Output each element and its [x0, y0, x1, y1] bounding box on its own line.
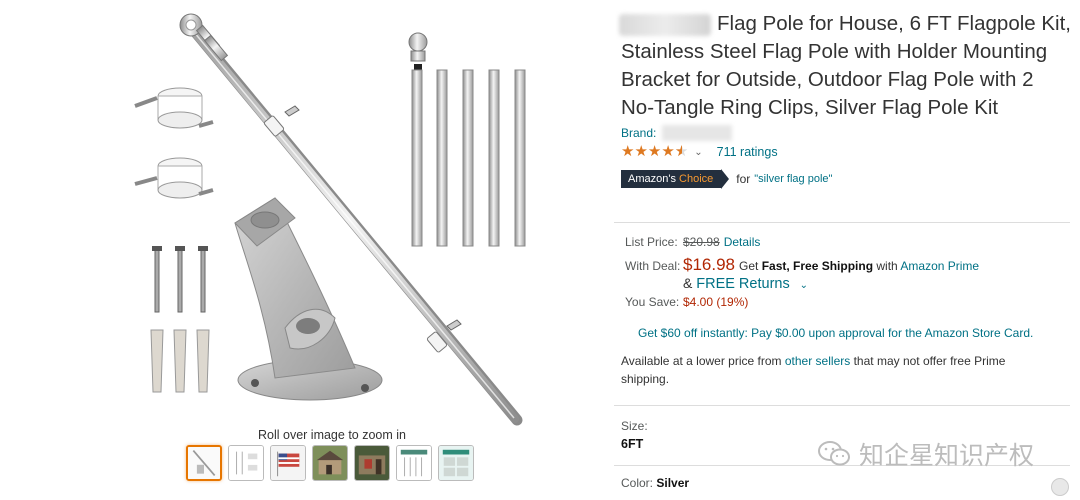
ratings-count-link[interactable]: 711 ratings	[717, 145, 778, 159]
price-block: List Price: $20.98 Details With Deal: $1…	[625, 235, 1065, 315]
size-label: Size:	[621, 419, 648, 433]
size-value[interactable]: 6FT	[621, 437, 643, 451]
star-icon[interactable]: ★	[634, 144, 647, 160]
shipping-text: Get Fast, Free Shipping with Amazon Prim…	[739, 259, 979, 273]
thumbnail-flagpole[interactable]	[186, 445, 222, 481]
watermark-text: 知企星知识产权	[859, 442, 1035, 470]
other-sellers-link[interactable]: other sellers	[785, 354, 850, 368]
ampersand: &	[683, 275, 693, 291]
install-steps-icon	[439, 446, 473, 480]
thumbnail-porch[interactable]	[354, 445, 390, 481]
lower-price-notice: Available at a lower price from other se…	[621, 352, 1051, 388]
list-price-label: List Price:	[625, 235, 678, 249]
badge-notch	[721, 169, 730, 189]
deal-price-row: With Deal: $16.98 Get Fast, Free Shippin…	[625, 255, 1065, 275]
ring-holder-icon	[134, 87, 214, 199]
product-main-image[interactable]	[125, 8, 537, 426]
house-photo-icon	[313, 446, 347, 480]
choice-for-text: for	[736, 172, 751, 186]
thumbnail-parts[interactable]	[228, 445, 264, 481]
product-details: Flag Pole for House, 6 FT Flagpole Kit, …	[619, 10, 1071, 189]
amazon-prime-link[interactable]: Amazon Prime	[900, 259, 979, 273]
badge-prefix: Amazon's	[628, 173, 676, 185]
savings-amount: $4.00 (19%)	[683, 295, 749, 309]
redacted-brand-name[interactable]	[662, 125, 733, 141]
thumbnail-install[interactable]	[438, 445, 474, 481]
star-icon[interactable]: ★	[621, 144, 634, 160]
savings-row: You Save: $4.00 (19%)	[625, 295, 1065, 315]
thumbnail-strip	[186, 445, 474, 481]
size-chart-icon	[397, 446, 431, 480]
get-text: Get	[739, 259, 759, 273]
lower-price-pre: Available at a lower price from	[621, 354, 782, 368]
brand-row[interactable]: Brand:	[621, 125, 1071, 141]
amazons-choice-row: Amazon's Choice for "silver flag pole"	[621, 169, 1071, 189]
color-swatch[interactable]	[1051, 478, 1069, 496]
screws-icon	[152, 246, 208, 313]
color-value[interactable]: Silver	[656, 476, 689, 490]
color-label: Color:	[621, 476, 654, 490]
star-icon[interactable]: ★	[648, 144, 661, 160]
chevron-down-icon[interactable]: ⌄	[694, 147, 702, 158]
amazons-choice-badge[interactable]: Amazon's Choice	[621, 170, 722, 188]
deal-price: $16.98	[683, 255, 735, 274]
wall-anchors-icon	[150, 329, 210, 393]
chevron-down-icon[interactable]: ⌄	[800, 280, 808, 291]
flag-icon	[271, 446, 305, 480]
porch-photo-icon	[355, 446, 389, 480]
list-price-row: List Price: $20.98 Details	[625, 235, 1065, 255]
deal-label: With Deal:	[625, 259, 681, 273]
flagpole-photo-icon	[188, 447, 220, 479]
rating-row: ★ ★ ★ ★ ★ ⌄ 711 ratings	[621, 143, 1071, 161]
thumbnail-size-chart[interactable]	[396, 445, 432, 481]
wechat-icon	[818, 441, 850, 466]
star-icon[interactable]: ★	[661, 144, 674, 160]
thumbnail-flag[interactable]	[270, 445, 306, 481]
details-link[interactable]: Details	[724, 235, 761, 249]
free-returns-link[interactable]: FREE Returns	[696, 276, 789, 292]
title-block: Flag Pole for House, 6 FT Flagpole Kit, …	[619, 10, 1071, 122]
savings-label: You Save:	[625, 295, 680, 309]
badge-accent: Choice	[679, 173, 714, 185]
fast-free-shipping: Fast, Free Shipping	[761, 259, 874, 273]
redacted-brand-prefix	[619, 14, 711, 36]
half-star-icon[interactable]: ★	[675, 144, 688, 161]
list-price: $20.98	[683, 235, 720, 249]
watermark: 知企星知识产权	[817, 436, 1034, 472]
section-divider	[614, 222, 1070, 223]
store-card-offer-link[interactable]: Get $60 off instantly: Pay $0.00 upon ap…	[638, 326, 1033, 340]
choice-keyword-link[interactable]: "silver flag pole"	[754, 173, 832, 185]
free-returns-row: & FREE Returns ⌄	[683, 275, 1065, 295]
color-row: Color: Silver	[621, 476, 689, 490]
section-divider	[614, 405, 1070, 406]
brand-label: Brand:	[621, 126, 657, 140]
zoom-hint: Roll over image to zoom in	[258, 428, 406, 442]
parts-diagram-icon	[229, 446, 263, 480]
pole-sections-icon	[408, 32, 526, 247]
with-text: with	[876, 259, 898, 273]
thumbnail-house[interactable]	[312, 445, 348, 481]
